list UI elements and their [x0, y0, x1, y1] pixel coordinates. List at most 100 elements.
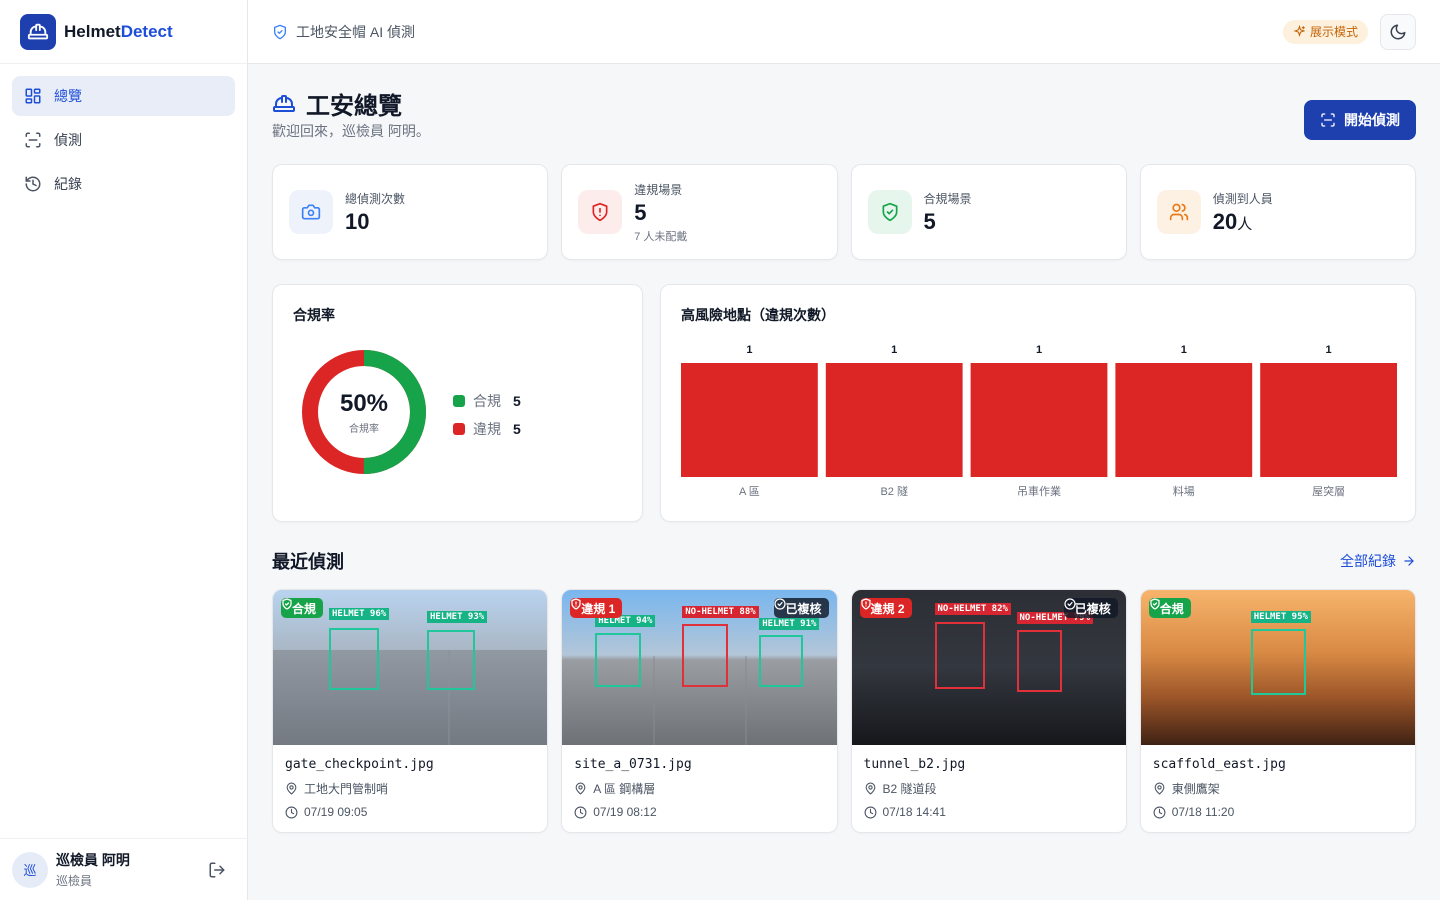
helmet-box: [427, 630, 475, 690]
box-label: HELMET 91%: [759, 618, 820, 630]
bar-value-label: 1: [1036, 344, 1042, 356]
stat-note: 7 人未配戴: [634, 230, 688, 243]
map-pin-icon: [574, 782, 587, 795]
box-label: NO-HELMET 82%: [934, 603, 1011, 615]
nav-item-label: 紀錄: [54, 176, 82, 192]
risk-location-card: 高風險地點（違規次數） 1 A 區 1 B2 隧 1 吊車作業 1 料場 1 屋突層: [660, 284, 1416, 522]
detection-card[interactable]: HELMET 94% NO-HELMET 88% HELMET 91% 違規 1…: [561, 589, 838, 833]
compliance-percent: 50%: [339, 389, 389, 417]
bar-value-label: 1: [746, 344, 752, 356]
legend-item-compliant: 合規 5: [453, 387, 521, 415]
nav-item-overview[interactable]: 總覽: [12, 76, 235, 116]
detection-card[interactable]: NO-HELMET 82% NO-HELMET 79% 違規 2 已複核 tun…: [850, 589, 1127, 833]
arrow-right-icon: [1402, 554, 1416, 568]
clock-icon: [574, 806, 587, 819]
history-icon: [24, 175, 42, 193]
brand-name: HelmetDetect: [64, 21, 173, 41]
clock-icon: [285, 806, 298, 819]
stat-card-total: 總偵測次數 10: [272, 164, 549, 260]
demo-mode-badge: 展示模式: [1282, 19, 1368, 44]
detection-filename: tunnel_b2.jpg: [863, 757, 966, 772]
legend-dot: [453, 423, 465, 435]
compliance-legend: 合規 5 違規 5: [453, 387, 521, 443]
box-label: HELMET 93%: [427, 611, 488, 623]
box-label: NO-HELMET 88%: [682, 606, 759, 618]
main-content: 工安總覽 歡迎回來，巡檢員 阿明。 開始偵測 總偵測次數 10 違規場景 5 7…: [272, 64, 1416, 833]
nav-item-records[interactable]: 紀錄: [12, 164, 235, 204]
no-helmet-box: [682, 624, 729, 687]
bar-4: [1260, 363, 1397, 477]
chart-title: 高風險地點（違規次數）: [681, 307, 835, 323]
reviewed-badge: 已複核: [1063, 598, 1118, 618]
shield-check-icon: [272, 24, 288, 40]
stat-cards: 總偵測次數 10 違規場景 5 7 人未配戴 合規場景 5 偵測到人員 20人: [272, 164, 1416, 260]
bar-1: [825, 363, 963, 477]
risk-bar-chart: 1 A 區 1 B2 隧 1 吊車作業 1 料場 1 屋突層: [681, 337, 1397, 507]
status-badge: 違規 1: [570, 598, 623, 618]
clock-icon: [864, 806, 877, 819]
compliance-center-label: 合規率: [349, 423, 379, 435]
scan-icon: [24, 131, 42, 149]
detection-location: A 區 鋼構層: [574, 780, 824, 797]
legend-dot: [453, 395, 465, 407]
detection-time: 07/19 08:12: [574, 805, 824, 819]
bar-value-label: 1: [1326, 344, 1332, 356]
stat-value: 10: [345, 208, 370, 234]
nav-item-detect[interactable]: 偵測: [12, 120, 235, 160]
status-badge: 合規: [1148, 598, 1191, 618]
topbar: 工地安全帽 AI 偵測 展示模式: [248, 0, 1440, 64]
logout-button[interactable]: [206, 859, 228, 881]
no-helmet-box: [934, 622, 985, 689]
start-detect-button[interactable]: 開始偵測: [1304, 100, 1416, 140]
bar-3: [1115, 363, 1253, 477]
compliance-title: 合規率: [293, 307, 335, 323]
detection-time: 07/18 11:20: [1153, 805, 1403, 819]
detection-filename: gate_checkpoint.jpg: [285, 757, 434, 772]
users-icon: [1156, 190, 1201, 234]
scan-icon: [1320, 112, 1336, 128]
grid-icon: [24, 87, 42, 105]
detection-time: 07/19 09:05: [285, 805, 535, 819]
user-role: 巡檢員: [56, 874, 93, 888]
detection-image[interactable]: HELMET 94% NO-HELMET 88% HELMET 91% 違規 1…: [562, 590, 837, 745]
brand[interactable]: HelmetDetect: [0, 0, 247, 64]
stat-card-violations: 違規場景 5 7 人未配戴: [561, 164, 838, 260]
no-helmet-box: [1016, 630, 1062, 692]
helmet-box: [595, 633, 642, 687]
helmet-icon: [272, 92, 296, 116]
user-panel: 巡 巡檢員 阿明 巡檢員: [0, 838, 248, 900]
detection-location: B2 隧道段: [864, 780, 1114, 797]
helmet-logo-icon: [20, 13, 56, 50]
sparkles-icon: [1293, 25, 1306, 38]
box-label: HELMET 95%: [1250, 611, 1311, 623]
stat-card-compliant: 合規場景 5: [850, 164, 1127, 260]
detection-card[interactable]: HELMET 96% HELMET 93% 合規 gate_checkpoint…: [272, 589, 549, 833]
bar-value-label: 1: [891, 344, 897, 356]
detection-location: 東側鷹架: [1153, 780, 1403, 797]
map-pin-icon: [1153, 782, 1166, 795]
detection-image[interactable]: HELMET 96% HELMET 93% 合規: [273, 590, 548, 745]
helmet-box: [759, 635, 804, 687]
recent-detections: HELMET 96% HELMET 93% 合規 gate_checkpoint…: [272, 589, 1416, 833]
page-subtitle: 歡迎回來，巡檢員 阿明。: [272, 123, 430, 139]
bar-category-label: 吊車作業: [1017, 484, 1061, 498]
bar-0: [681, 363, 818, 477]
detection-card[interactable]: HELMET 95% 合規 scaffold_east.jpg 東側鷹架 07/…: [1139, 589, 1416, 833]
nav-item-label: 偵測: [54, 132, 82, 148]
avatar[interactable]: 巡: [12, 851, 48, 888]
bar-category-label: A 區: [739, 485, 760, 498]
bar-category-label: 料場: [1173, 484, 1195, 498]
detection-image[interactable]: NO-HELMET 82% NO-HELMET 79% 違規 2 已複核: [851, 590, 1126, 745]
all-records-link[interactable]: 全部紀錄: [1340, 551, 1416, 571]
stat-label: 偵測到人員: [1212, 191, 1273, 206]
theme-toggle-button[interactable]: [1380, 13, 1416, 50]
detection-filename: site_a_0731.jpg: [574, 757, 692, 772]
shield-alert-icon: [578, 190, 623, 234]
recent-title: 最近偵測: [272, 552, 344, 572]
stat-label: 違規場景: [634, 182, 683, 197]
status-badge: 合規: [281, 598, 324, 618]
stat-value: 5: [923, 208, 936, 234]
detection-image[interactable]: HELMET 95% 合規: [1140, 590, 1415, 745]
bar-chart-svg: 1 A 區 1 B2 隧 1 吊車作業 1 料場 1 屋突層: [681, 344, 1397, 498]
helmet-box: [329, 628, 379, 690]
